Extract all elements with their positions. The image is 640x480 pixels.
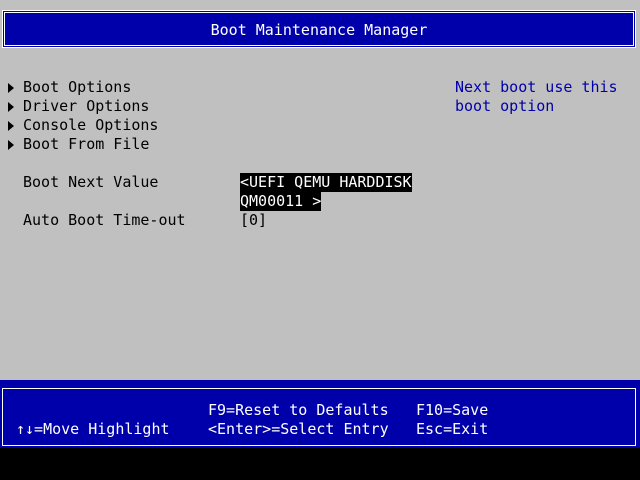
menu-item-driver-options[interactable]: Driver Options — [23, 97, 149, 116]
boot-next-value-line-1[interactable]: <UEFI QEMU HARDDISK — [240, 173, 412, 192]
auto-boot-timeout-label: Auto Boot Time-out — [23, 211, 186, 229]
footer-frame: F9=Reset to Defaults F10=Save ↑↓=Move Hi… — [2, 388, 636, 446]
menu-item-console-options[interactable]: Console Options — [23, 116, 158, 135]
triangle-right-icon — [8, 140, 14, 150]
footer-separator — [0, 380, 640, 388]
boot-next-value-line-2[interactable]: QM00011 > — [240, 192, 322, 211]
footer-exit: Esc=Exit — [416, 420, 489, 438]
page-title: Boot Maintenance Manager — [210, 21, 428, 39]
bios-screen: Boot Maintenance Manager Boot Options Dr… — [0, 0, 640, 480]
triangle-right-icon — [8, 83, 14, 93]
footer-reset-defaults: F9=Reset to Defaults — [208, 401, 389, 419]
bottom-margin — [0, 448, 640, 480]
boot-next-label: Boot Next Value — [23, 173, 159, 191]
header-band: Boot Maintenance Manager — [0, 0, 640, 60]
footer-panel: F9=Reset to Defaults F10=Save ↑↓=Move Hi… — [0, 388, 640, 448]
menu-item-boot-from-file[interactable]: Boot From File — [23, 135, 149, 154]
footer-move-highlight: ↑↓=Move Highlight — [16, 420, 170, 438]
footer-save: F10=Save — [416, 401, 489, 419]
main-panel: Boot Options Driver Options Console Opti… — [0, 60, 640, 380]
triangle-right-icon — [8, 102, 14, 112]
help-text-line-2: boot option — [455, 97, 555, 115]
title-bar: Boot Maintenance Manager — [2, 10, 636, 48]
menu-item-boot-options[interactable]: Boot Options — [23, 78, 131, 97]
footer-select-entry: <Enter>=Select Entry — [208, 420, 389, 438]
triangle-right-icon — [8, 121, 14, 131]
help-text-line-1: Next boot use this — [455, 78, 618, 96]
auto-boot-timeout-value[interactable]: [0] — [240, 211, 267, 230]
